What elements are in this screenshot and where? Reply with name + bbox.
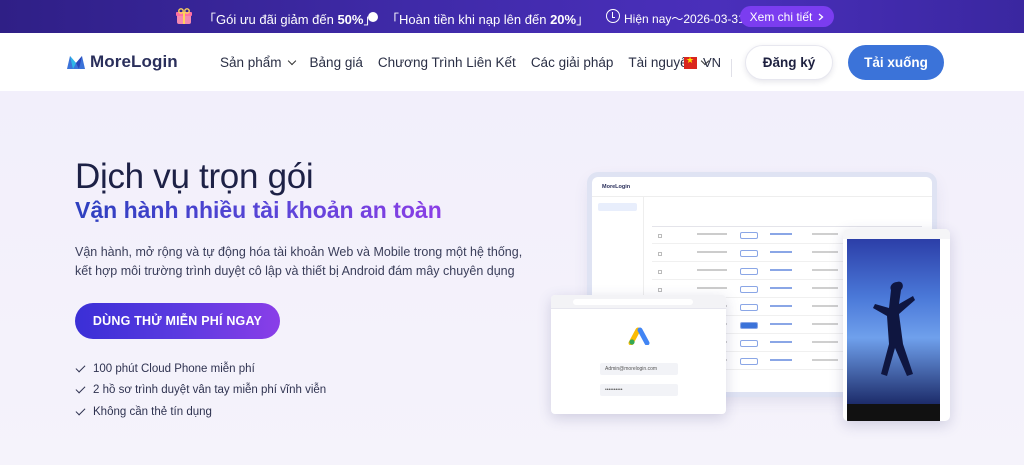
mockup-password-field: •••••••••• [600, 384, 678, 396]
browser-login-mockup: Admin@morelogin.com •••••••••• [551, 295, 726, 414]
check-icon [75, 362, 86, 373]
download-button[interactable]: Tải xuống [848, 45, 944, 80]
hero-subtitle: Vận hành nhiều tài khoản an toàn [75, 197, 442, 223]
phone-bottom-nav [847, 404, 940, 421]
header-divider [731, 59, 732, 77]
dancer-figure-icon [873, 281, 915, 376]
register-button[interactable]: Đăng ký [745, 45, 833, 80]
phone-topbar [843, 229, 950, 239]
mockup-logo-text: MoreLogin [602, 184, 631, 190]
clock-icon [606, 9, 620, 23]
free-trial-button[interactable]: DÙNG THỬ MIỄN PHÍ NGAY [75, 303, 280, 339]
nav-item-products[interactable]: Sản phẩm [220, 55, 296, 70]
promo-text-cashback: 「Hoàn tiền khi nạp lên đến 20%」 [386, 12, 590, 27]
morelogin-logo-icon [67, 56, 85, 69]
promo-text-discount: 「Gói ưu đãi giảm đến 50%」 [203, 12, 376, 27]
nav-item-solutions[interactable]: Các giải pháp [531, 55, 614, 70]
phone-screen [847, 239, 940, 404]
nav-item-pricing[interactable]: Bảng giá [310, 55, 363, 70]
logo[interactable]: MoreLogin [66, 52, 178, 72]
nav-item-affiliate[interactable]: Chương Trình Liên Kết [378, 55, 516, 70]
google-ads-logo-icon [628, 327, 650, 345]
main-nav: Sản phẩm Bảng giá Chương Trình Liên Kết … [220, 55, 723, 70]
feature-item: 100 phút Cloud Phone miễn phí [75, 358, 326, 380]
site-header: MoreLogin Sản phẩm Bảng giá Chương Trình… [0, 33, 1024, 91]
check-icon [75, 405, 86, 416]
promo-bar: 「Gói ưu đãi giảm đến 50%」 「Hoàn tiền khi… [0, 0, 1024, 33]
gift-icon [176, 8, 192, 24]
mockup-email-field: Admin@morelogin.com [600, 363, 678, 375]
logo-text: MoreLogin [90, 52, 178, 71]
feature-list: 100 phút Cloud Phone miễn phí 2 hồ sơ tr… [75, 358, 326, 423]
vietnam-flag-icon [684, 55, 697, 69]
hero-description: Vận hành, mở rộng và tự động hóa tài kho… [75, 245, 523, 278]
phone-side-toolbar [942, 239, 950, 404]
mockup-table-header [652, 215, 922, 227]
chevron-down-icon [287, 56, 296, 66]
mockup-browser-bar [551, 295, 726, 309]
promo-date: Hiện nay～2026-03-31 [624, 12, 745, 26]
language-selector[interactable]: VN [684, 55, 721, 70]
feature-item: Không cần thẻ tín dụng [75, 401, 326, 423]
feature-item: 2 hồ sơ trình duyệt vân tay miễn phí vĩn… [75, 380, 326, 402]
promo-detail-button[interactable]: Xem chi tiết [740, 6, 834, 27]
promo-separator-dot [368, 12, 378, 22]
cloud-phone-mockup [843, 229, 950, 421]
check-icon [75, 383, 86, 394]
hero-title: Dịch vụ trọn gói [75, 157, 314, 196]
chevron-right-icon [818, 13, 824, 20]
mockup-topbar: MoreLogin [592, 177, 932, 197]
